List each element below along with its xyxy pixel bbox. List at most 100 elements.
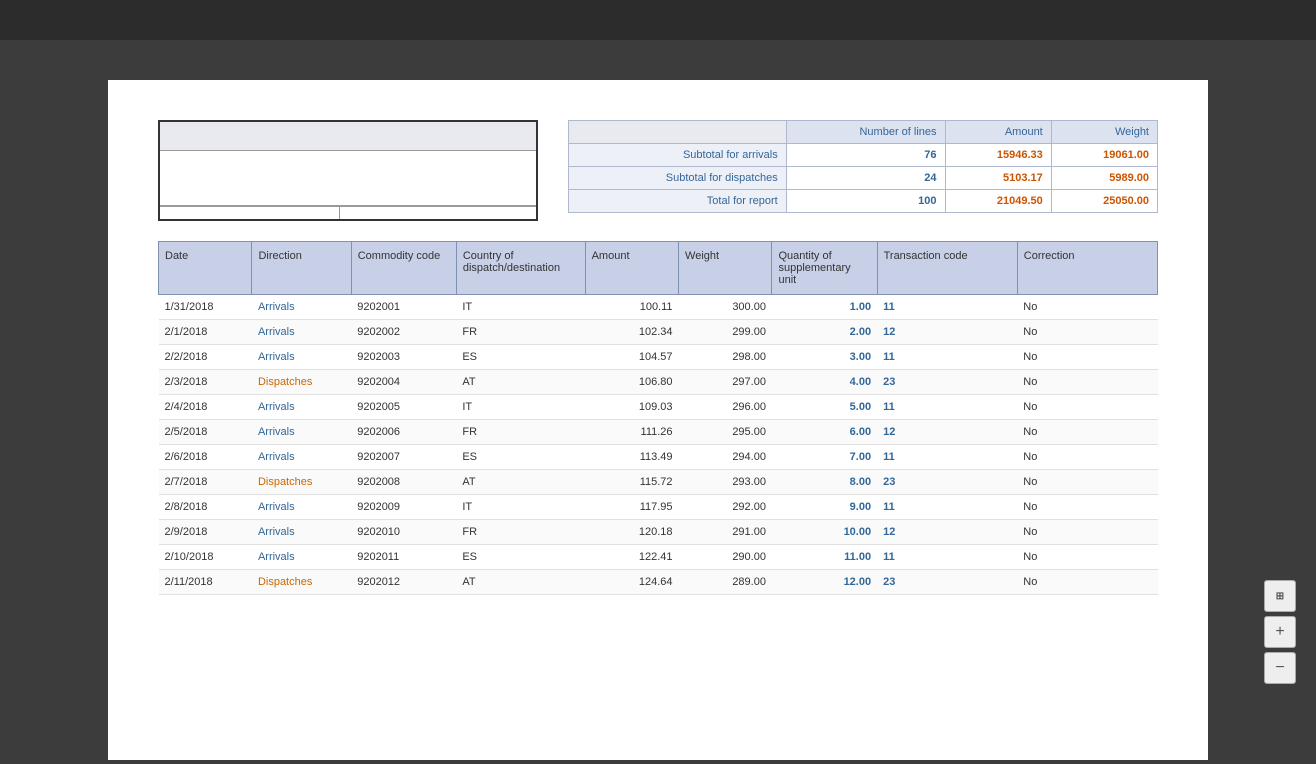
date-value [340,207,536,219]
cell-country: FR [456,320,585,345]
th-commodity: Commodity code [351,242,456,295]
cell-correction: No [1017,520,1157,545]
cell-weight: 298.00 [679,345,772,370]
cell-amount: 111.26 [585,420,678,445]
cell-commodity: 9202012 [351,570,456,595]
cell-qty: 9.00 [772,495,877,520]
cell-qty: 11.00 [772,545,877,570]
zoom-out-button[interactable]: − [1264,652,1296,684]
cell-amount: 102.34 [585,320,678,345]
toolbar [0,0,1316,40]
arrivals-lines: 76 [786,144,945,167]
cell-weight: 292.00 [679,495,772,520]
th-weight: Weight [679,242,772,295]
cell-amount: 117.95 [585,495,678,520]
th-country: Country of dispatch/destination [456,242,585,295]
cell-direction: Dispatches [252,470,351,495]
total-label: Total for report [569,190,787,213]
report-header: Number of lines Amount Weight Subtotal f… [158,120,1158,221]
table-row: 2/11/2018 Dispatches 9202012 AT 124.64 2… [159,570,1158,595]
summary-col-lines: Number of lines [786,121,945,144]
cell-weight: 297.00 [679,370,772,395]
cell-weight: 290.00 [679,545,772,570]
cell-qty: 7.00 [772,445,877,470]
cell-commodity: 9202008 [351,470,456,495]
cell-commodity: 9202010 [351,520,456,545]
dispatches-amount: 5103.17 [945,167,1051,190]
cell-direction: Arrivals [252,495,351,520]
cell-weight: 299.00 [679,320,772,345]
cell-country: ES [456,345,585,370]
cell-direction: Arrivals [252,395,351,420]
cell-country: AT [456,470,585,495]
table-row: 2/9/2018 Arrivals 9202010 FR 120.18 291.… [159,520,1158,545]
arrivals-label: Subtotal for arrivals [569,144,787,167]
cell-date: 2/6/2018 [159,445,252,470]
table-row: 2/5/2018 Arrivals 9202006 FR 111.26 295.… [159,420,1158,445]
cell-transaction: 12 [877,520,1017,545]
cell-qty: 4.00 [772,370,877,395]
cell-transaction: 12 [877,420,1017,445]
summary-row-total: Total for report 100 21049.50 25050.00 [569,190,1158,213]
cell-direction: Arrivals [252,345,351,370]
table-row: 1/31/2018 Arrivals 9202001 IT 100.11 300… [159,295,1158,320]
summary-row-arrivals: Subtotal for arrivals 76 15946.33 19061.… [569,144,1158,167]
cell-transaction: 11 [877,295,1017,320]
cell-correction: No [1017,495,1157,520]
cell-date: 2/3/2018 [159,370,252,395]
cell-direction: Arrivals [252,295,351,320]
cell-qty: 1.00 [772,295,877,320]
cell-country: ES [456,445,585,470]
cell-commodity: 9202011 [351,545,456,570]
cell-direction: Arrivals [252,320,351,345]
data-table: Date Direction Commodity code Country of… [158,241,1158,595]
zoom-controls: ⊞ + − [1264,580,1296,684]
cell-amount: 124.64 [585,570,678,595]
cell-weight: 295.00 [679,420,772,445]
cell-country: IT [456,295,585,320]
dispatches-weight: 5989.00 [1051,167,1157,190]
cell-weight: 289.00 [679,570,772,595]
table-row: 2/2/2018 Arrivals 9202003 ES 104.57 298.… [159,345,1158,370]
th-amount: Amount [585,242,678,295]
cell-correction: No [1017,445,1157,470]
total-weight: 25050.00 [1051,190,1157,213]
zoom-fit-button[interactable]: ⊞ [1264,580,1296,612]
cell-date: 2/2/2018 [159,345,252,370]
cell-date: 2/4/2018 [159,395,252,420]
cell-qty: 8.00 [772,470,877,495]
cell-date: 2/1/2018 [159,320,252,345]
report-title [160,122,536,151]
zoom-in-button[interactable]: + [1264,616,1296,648]
cell-country: FR [456,520,585,545]
cell-amount: 106.80 [585,370,678,395]
cell-country: AT [456,570,585,595]
cell-transaction: 11 [877,345,1017,370]
cell-weight: 296.00 [679,395,772,420]
total-amount: 21049.50 [945,190,1051,213]
cell-transaction: 12 [877,320,1017,345]
cell-amount: 115.72 [585,470,678,495]
th-date: Date [159,242,252,295]
cell-qty: 10.00 [772,520,877,545]
cell-correction: No [1017,395,1157,420]
cell-qty: 5.00 [772,395,877,420]
cell-correction: No [1017,470,1157,495]
cell-date: 2/8/2018 [159,495,252,520]
cell-commodity: 9202003 [351,345,456,370]
cell-correction: No [1017,370,1157,395]
table-row: 2/8/2018 Arrivals 9202009 IT 117.95 292.… [159,495,1158,520]
summary-col-weight: Weight [1051,121,1157,144]
cell-commodity: 9202002 [351,320,456,345]
company-name [160,151,536,206]
th-qty: Quantity of supplementary unit [772,242,877,295]
table-row: 2/6/2018 Arrivals 9202007 ES 113.49 294.… [159,445,1158,470]
th-correction: Correction [1017,242,1157,295]
arrivals-weight: 19061.00 [1051,144,1157,167]
cell-weight: 300.00 [679,295,772,320]
table-row: 2/10/2018 Arrivals 9202011 ES 122.41 290… [159,545,1158,570]
pdf-viewer: Number of lines Amount Weight Subtotal f… [0,40,1316,764]
cell-amount: 122.41 [585,545,678,570]
cell-direction: Dispatches [252,570,351,595]
cell-direction: Dispatches [252,370,351,395]
